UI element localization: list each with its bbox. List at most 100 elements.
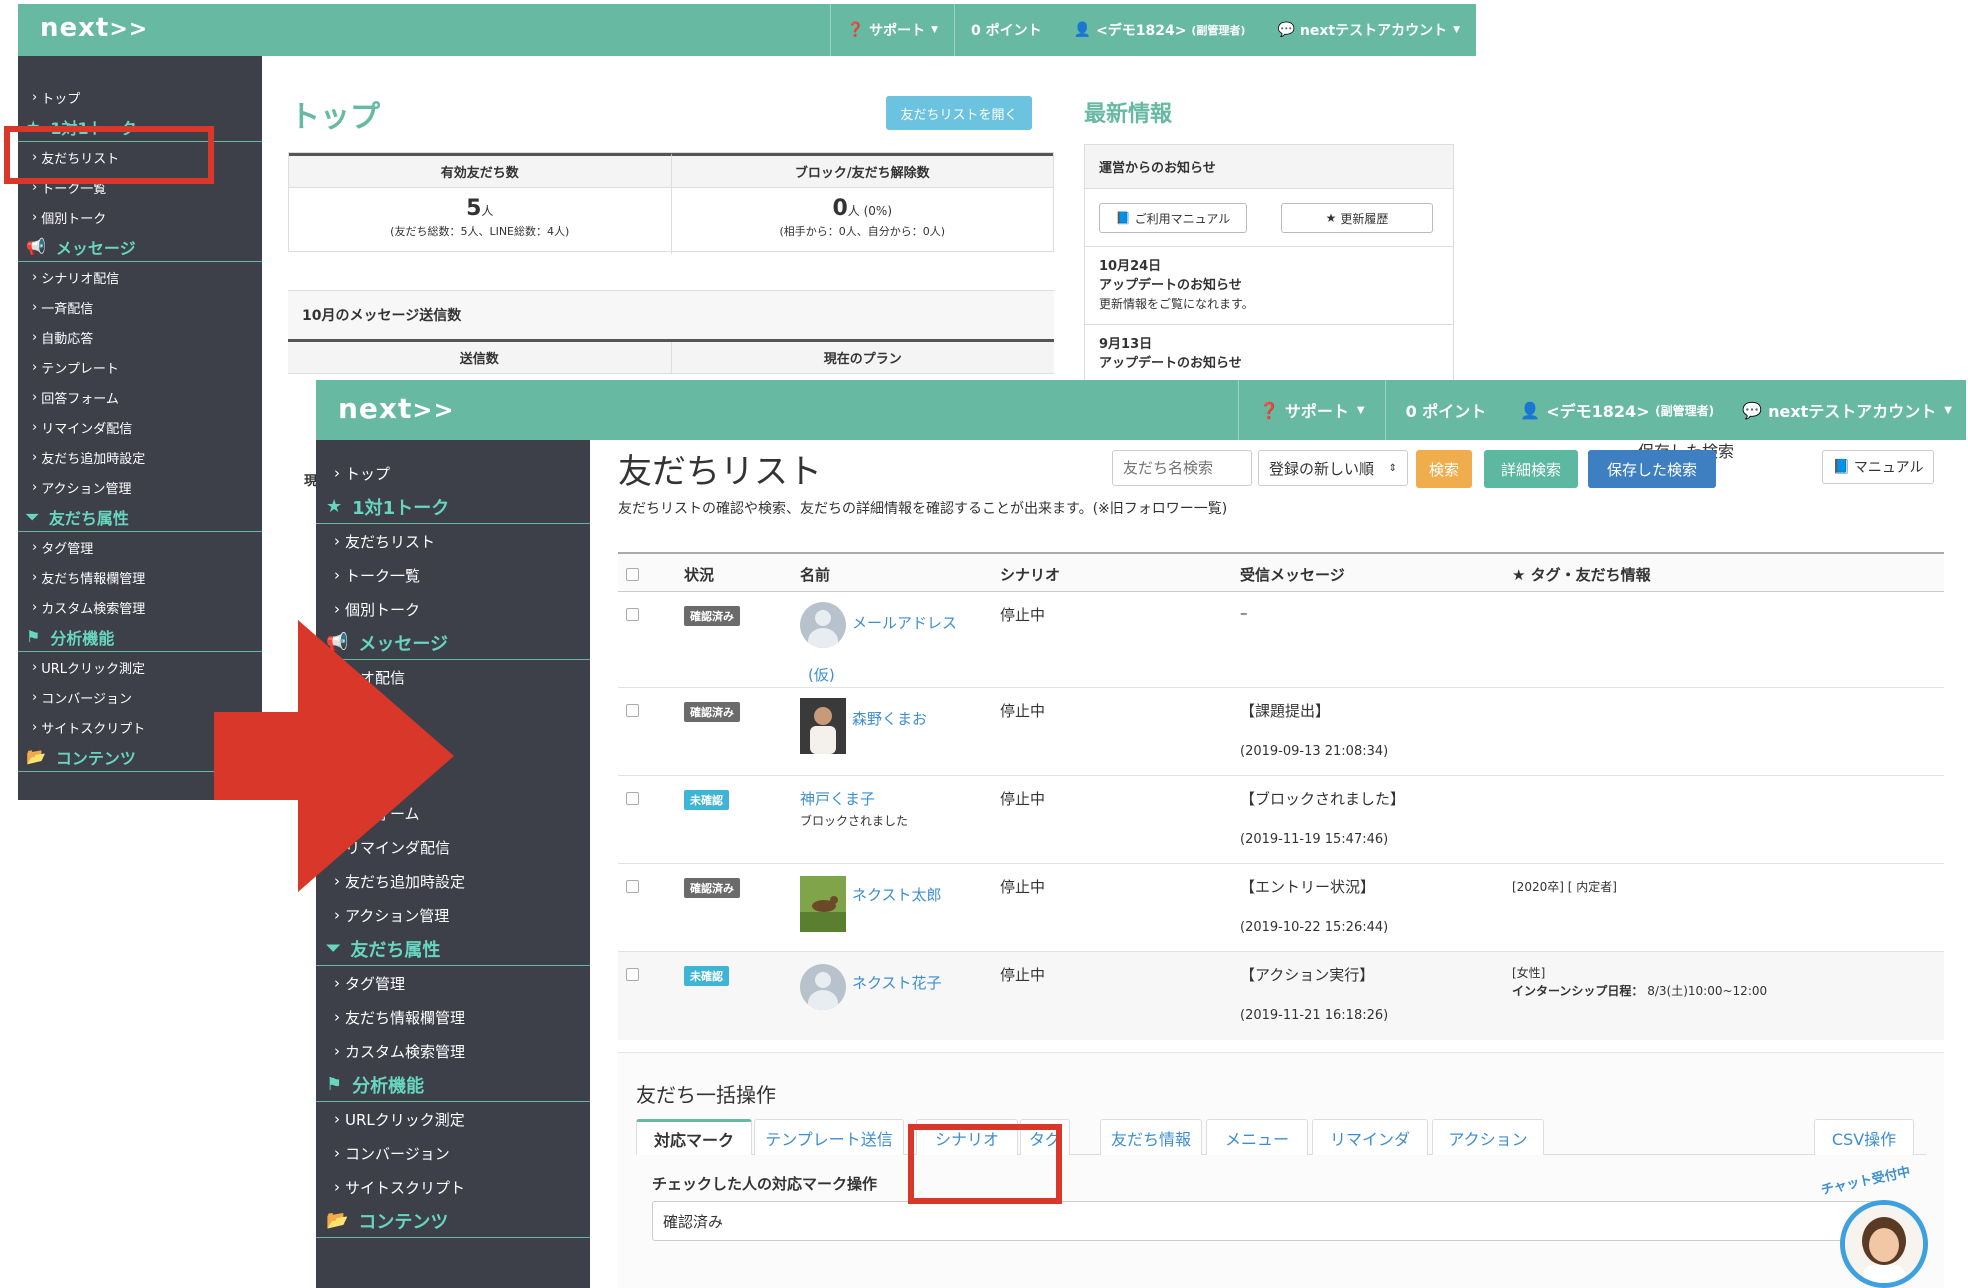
front-points[interactable]: 0 ポイント <box>1384 380 1507 440</box>
tab-menu[interactable]: メニュー <box>1206 1119 1308 1155</box>
stat-blocked-head: ブロック/友だち解除数 <box>671 153 1053 188</box>
front-sidebar-custom-search[interactable]: › カスタム検索管理 <box>316 1034 590 1068</box>
row-checkbox[interactable] <box>626 880 639 893</box>
front-sidebar-info-field[interactable]: › 友だち情報欄管理 <box>316 1000 590 1034</box>
back-stats-table: 有効友だち数 ブロック/友だち解除数 5人 (友だち総数：5人、LINE総数：4… <box>288 152 1054 254</box>
filter-icon: ⏷ <box>26 506 39 526</box>
front-user-menu[interactable]: 👤 <デモ1824> (副管理者) <box>1506 380 1728 440</box>
friend-name-link[interactable]: ネクスト太郎 <box>852 884 942 905</box>
back-message-section: 10月のメッセージ送信数 送信数 現在のプラン <box>288 290 1054 374</box>
tab-csv[interactable]: CSV操作 <box>1814 1119 1914 1155</box>
news-item[interactable]: 9月13日 アップデートのお知らせ <box>1085 325 1453 383</box>
tab-action[interactable]: アクション <box>1432 1119 1544 1155</box>
front-window: next>> ❓ サポート ▼ 0 ポイント 👤 <デモ1824> (副管理者) 💬 n… <box>316 380 1966 1288</box>
front-page-title: 友だちリスト <box>618 452 822 492</box>
front-sidebar-section-talk: ★ 1対1トーク <box>316 490 590 524</box>
row-checkbox[interactable] <box>626 704 639 717</box>
caret-down-icon: ▼ <box>1356 404 1365 416</box>
row-checkbox[interactable] <box>626 968 639 981</box>
bulk-tabs: 対応マーク テンプレート送信 シナリオ タグ 友だち情報 メニュー リマインダ … <box>636 1119 1926 1155</box>
received-message: – <box>1240 604 1248 622</box>
front-sidebar-top[interactable]: › トップ <box>316 456 590 490</box>
table-row[interactable]: 確認済み ネクスト太郎 停止中 【エントリー状況】 (2019-10-22 15… <box>618 864 1944 952</box>
table-row[interactable]: 確認済み メールアドレス (仮) 停止中 – <box>618 592 1944 688</box>
tab-reminder[interactable]: リマインダ <box>1312 1119 1428 1155</box>
table-row[interactable]: 未確認 ネクスト花子 停止中 【アクション実行】 (2019-11-21 16:… <box>618 952 1944 1040</box>
friend-name-link[interactable]: メールアドレス <box>852 612 957 633</box>
back-support-menu[interactable]: ❓ サポート ▼ <box>829 4 954 56</box>
col-tags: ★ タグ・友だち情報 <box>1512 566 1651 584</box>
front-account-menu[interactable]: 💬 nextテストアカウント ▼ <box>1728 380 1966 440</box>
back-sidebar-auto-reply[interactable]: › 自動応答 <box>18 322 262 352</box>
status-badge: 確認済み <box>684 606 740 626</box>
back-sidebar-tag-manage[interactable]: › タグ管理 <box>18 532 262 562</box>
sort-select[interactable]: 登録の新しい順 ⇕ <box>1258 450 1408 486</box>
back-sidebar-add-friend-setting[interactable]: › 友だち追加時設定 <box>18 442 262 472</box>
back-message-title: 10月のメッセージ送信数 <box>288 291 1054 339</box>
mark-operation-label: チェックした人の対応マーク操作 <box>652 1175 878 1193</box>
page-description: 友だちリストの確認や検索、友だちの詳細情報を確認することが出来ます。(※旧フォロ… <box>618 501 1228 517</box>
back-sidebar-individual-talk[interactable]: › 個別トーク <box>18 202 262 232</box>
bulk-title: 友だち一括操作 <box>636 1083 776 1107</box>
received-message: 【エントリー状況】 <box>1240 878 1376 896</box>
table-row[interactable]: 確認済み 森野くまお 停止中 【課題提出】 (2019-09-13 21:08:… <box>618 688 1944 776</box>
tab-friend-info[interactable]: 友だち情報 <box>1100 1119 1202 1155</box>
news-item[interactable]: 10月24日 アップデートのお知らせ 更新情報をご覧になれます。 <box>1085 247 1453 325</box>
friend-name-link[interactable]: 神戸くま子 <box>800 788 875 809</box>
friend-name-sub: ブロックされました <box>800 814 909 828</box>
received-message: 【ブロックされました】 <box>1240 790 1406 808</box>
front-sidebar-friend-list[interactable]: › 友だちリスト <box>316 524 590 558</box>
friend-name-link[interactable]: 森野くまお <box>852 708 927 729</box>
back-sidebar-broadcast[interactable]: › 一斉配信 <box>18 292 262 322</box>
front-sidebar-talk-list[interactable]: › トーク一覧 <box>316 558 590 592</box>
front-sidebar-conversion[interactable]: › コンバージョン <box>316 1136 590 1170</box>
front-logo: next>> <box>338 392 455 425</box>
folder-icon: 📂 <box>26 747 46 766</box>
front-sidebar-url-click[interactable]: › URLクリック測定 <box>316 1102 590 1136</box>
front-support-menu[interactable]: ❓ サポート ▼ <box>1237 380 1385 440</box>
search-button[interactable]: 検索 <box>1416 450 1472 488</box>
front-sidebar-site-script[interactable]: › サイトスクリプト <box>316 1170 590 1204</box>
tab-mark[interactable]: 対応マーク <box>636 1119 752 1155</box>
back-sidebar-custom-search[interactable]: › カスタム検索管理 <box>18 592 262 622</box>
mark-select[interactable]: 確認済み <box>652 1201 1888 1241</box>
back-points[interactable]: 0 ポイント <box>954 4 1058 56</box>
back-sidebar-info-field[interactable]: › 友だち情報欄管理 <box>18 562 262 592</box>
back-account-menu[interactable]: 💬 nextテストアカウント ▼ <box>1261 4 1476 56</box>
back-sidebar-scenario[interactable]: › シナリオ配信 <box>18 262 262 292</box>
saved-search-button-visible[interactable]: 保存した検索 <box>1588 450 1716 488</box>
front-sidebar-tag-manage[interactable]: › タグ管理 <box>316 966 590 1000</box>
back-sidebar-action-manage[interactable]: › アクション管理 <box>18 472 262 502</box>
status-badge: 確認済み <box>684 878 740 898</box>
back-logo: next>> <box>40 13 149 43</box>
status-badge: 未確認 <box>684 966 729 986</box>
row-checkbox[interactable] <box>626 608 639 621</box>
back-sidebar-top[interactable]: › トップ <box>18 82 262 112</box>
scenario-status: 停止中 <box>1000 790 1046 808</box>
back-user-menu[interactable]: 👤 <デモ1824> (副管理者) <box>1058 4 1262 56</box>
friend-tags: [女性] <box>1512 966 1546 980</box>
row-checkbox[interactable] <box>626 792 639 805</box>
front-sidebar-action-manage[interactable]: › アクション管理 <box>316 898 590 932</box>
manual-button[interactable]: 📘 マニュアル <box>1822 450 1934 484</box>
detail-search-button[interactable]: 詳細検索 <box>1484 450 1578 488</box>
friend-name-search-input[interactable] <box>1112 450 1252 486</box>
operator-avatar <box>1840 1200 1928 1288</box>
select-all-checkbox[interactable] <box>626 568 639 581</box>
back-sidebar-template[interactable]: › テンプレート <box>18 352 262 382</box>
chat-support-widget[interactable]: チャット受付中 <box>1810 1165 1960 1288</box>
back-sidebar-reminder[interactable]: › リマインダ配信 <box>18 412 262 442</box>
received-time: (2019-11-21 16:18:26) <box>1240 1008 1389 1023</box>
usage-manual-button[interactable]: 📘 ご利用マニュアル <box>1099 203 1247 233</box>
open-friend-list-button[interactable]: 友だちリストを開く <box>886 96 1032 130</box>
table-row[interactable]: 未確認 神戸くま子 ブロックされました 停止中 【ブロックされました】 (201… <box>618 776 1944 864</box>
back-sidebar-answer-form[interactable]: › 回答フォーム <box>18 382 262 412</box>
friend-name-link[interactable]: ネクスト花子 <box>852 972 942 993</box>
bulk-section: 友だち一括操作 対応マーク テンプレート送信 シナリオ タグ 友だち情報 メニュ… <box>618 1052 1944 1288</box>
received-time: (2019-10-22 15:26:44) <box>1240 920 1389 935</box>
tab-template-send[interactable]: テンプレート送信 <box>754 1119 904 1155</box>
book-icon: 📘 <box>1832 459 1850 475</box>
received-time: (2019-11-19 15:47:46) <box>1240 832 1389 847</box>
update-history-button[interactable]: ★ 更新履歴 <box>1281 203 1433 233</box>
back-sidebar-section-message: 📢 メッセージ <box>18 232 262 262</box>
